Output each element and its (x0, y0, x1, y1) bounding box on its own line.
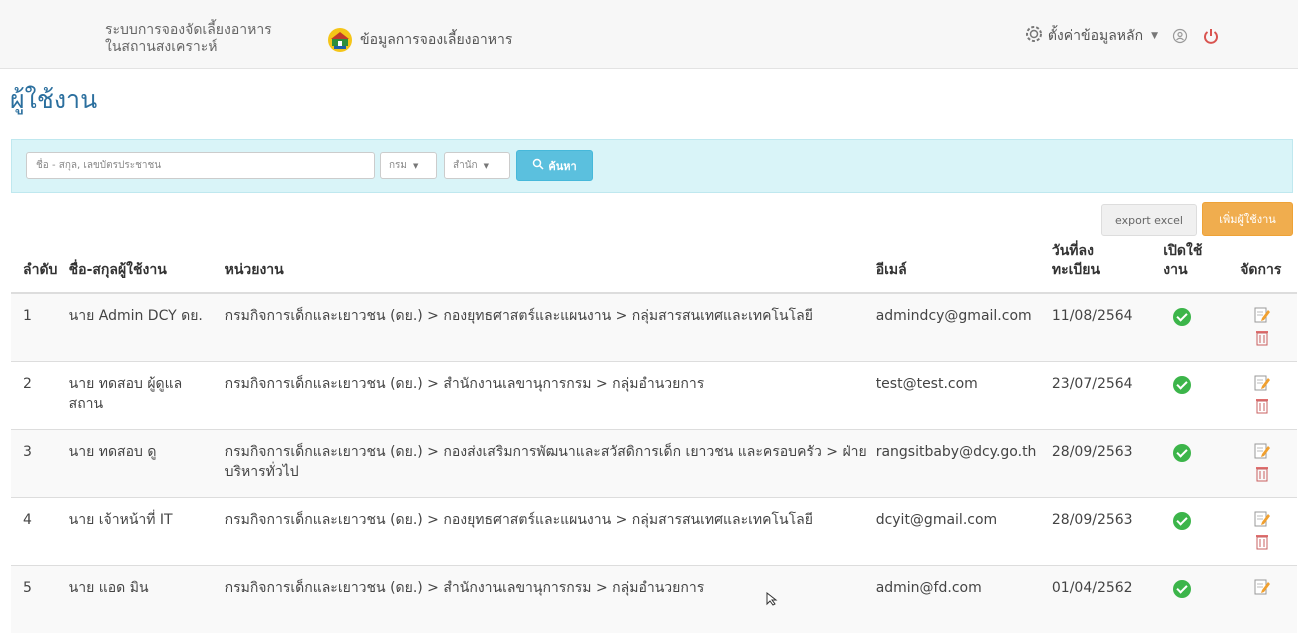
cell-unit: กรมกิจการเด็กและเยาวชน (ดย.) > กองยุทธศา… (220, 496, 872, 565)
search-icon (532, 158, 544, 173)
check-circle-icon[interactable] (1173, 308, 1192, 326)
edit-icon[interactable] (1254, 510, 1271, 528)
cell-name: นาย เจ้าหน้าที่ IT (64, 496, 221, 565)
table-row: 4 นาย เจ้าหน้าที่ IT กรมกิจการเด็กและเยา… (11, 496, 1297, 565)
cell-email: dcyit@gmail.com (871, 496, 1048, 565)
cell-no: 4 (11, 496, 65, 565)
check-circle-icon[interactable] (1173, 443, 1192, 462)
header-unit: หน่วยงาน (220, 242, 872, 294)
header-date-line2: ทะเบียน (1051, 262, 1101, 278)
cell-active (1159, 496, 1237, 565)
cell-date: 11/08/2564 (1047, 292, 1160, 361)
cell-no: 5 (11, 564, 65, 633)
table-row: 3 นาย ทดสอบ ดู กรมกิจการเด็กและเยาวชน (ด… (11, 428, 1297, 497)
cell-date: 28/09/2563 (1047, 428, 1160, 497)
cell-no: 1 (11, 292, 65, 361)
page-title: ผู้ใช้งาน (10, 85, 98, 114)
edit-icon[interactable] (1254, 374, 1271, 392)
cell-name: นาย Admin DCY ดย. (64, 292, 221, 361)
cell-email: test@test.com (871, 360, 1048, 429)
search-button[interactable]: ค้นหา (516, 150, 593, 181)
cell-no: 3 (11, 428, 65, 497)
check-circle-icon[interactable] (1173, 511, 1192, 530)
nav-booking-label: ข้อมูลการจองเลี้ยงอาหาร (360, 32, 513, 48)
cell-actions (1236, 428, 1297, 497)
trash-icon[interactable] (1254, 464, 1270, 482)
users-table: ลำดับ ชื่อ-สกุลผู้ใช้งาน หน่วยงาน อีเมล์… (11, 242, 1297, 633)
cell-email: admin@fd.com (871, 564, 1048, 633)
cell-name: นาย ทดสอบ ผู้ดูแลสถาน (64, 360, 221, 429)
cell-actions (1236, 564, 1297, 633)
cell-unit: กรมกิจการเด็กและเยาวชน (ดย.) > สำนักงานเ… (220, 360, 872, 429)
table-row: 5 นาย แอด มิน กรมกิจการเด็กและเยาวชน (ดย… (11, 564, 1297, 633)
table-row: 2 นาย ทดสอบ ผู้ดูแลสถาน กรมกิจการเด็กและ… (11, 360, 1297, 429)
edit-icon[interactable] (1254, 578, 1271, 596)
nav-booking-link[interactable]: ข้อมูลการจองเลี้ยงอาหาร (326, 27, 512, 53)
cell-actions (1236, 496, 1297, 565)
trash-icon[interactable] (1254, 328, 1270, 346)
cell-active (1159, 360, 1237, 429)
cell-active (1159, 564, 1237, 633)
cell-name: นาย ทดสอบ ดู (64, 428, 221, 497)
cell-email: admindcy@gmail.com (871, 292, 1048, 361)
nav-right-group: ตั้งค่าข้อมูลหลัก ▼ (1024, 24, 1220, 48)
edit-icon[interactable] (1254, 442, 1271, 460)
cell-name: นาย แอด มิน (64, 564, 221, 633)
header-email: อีเมล์ (871, 242, 1048, 294)
trash-icon[interactable] (1254, 532, 1270, 550)
table-row: 1 นาย Admin DCY ดย. กรมกิจการเด็กและเยาว… (11, 292, 1297, 361)
cell-active (1159, 428, 1237, 497)
cell-no: 2 (11, 360, 65, 429)
cell-actions (1236, 360, 1297, 429)
cell-unit: กรมกิจการเด็กและเยาวชน (ดย.) > กองยุทธศา… (220, 292, 872, 361)
settings-dropdown[interactable]: ตั้งค่าข้อมูลหลัก ▼ (1024, 24, 1158, 48)
chevron-down-icon: ▼ (413, 161, 419, 170)
cell-email: rangsitbaby@dcy.go.th (871, 428, 1048, 497)
home-logo-icon (326, 27, 354, 53)
ministry-select-label: กรม (389, 160, 408, 171)
top-navbar: ระบบการจองจัดเลี้ยงอาหาร ในสถานสงเคราะห์… (0, 0, 1298, 69)
brand-line-1: ระบบการจองจัดเลี้ยงอาหาร (105, 22, 272, 38)
cell-actions (1236, 292, 1297, 361)
cell-unit: กรมกิจการเด็กและเยาวชน (ดย.) > กองส่งเสร… (220, 428, 872, 497)
settings-label: ตั้งค่าข้อมูลหลัก (1047, 28, 1144, 44)
power-icon[interactable] (1202, 27, 1220, 45)
app-brand[interactable]: ระบบการจองจัดเลี้ยงอาหาร ในสถานสงเคราะห์ (105, 22, 315, 56)
office-select[interactable]: สำนัก ▼ (444, 152, 510, 179)
check-circle-icon[interactable] (1173, 375, 1192, 394)
search-panel: กรม ▼ สำนัก ▼ ค้นหา (11, 139, 1293, 193)
chevron-down-icon: ▼ (1151, 31, 1158, 41)
header-name: ชื่อ-สกุลผู้ใช้งาน (64, 242, 221, 294)
table-header-row: ลำดับ ชื่อ-สกุลผู้ใช้งาน หน่วยงาน อีเมล์… (11, 242, 1297, 294)
add-user-button[interactable]: เพิ่มผู้ใช้งาน (1202, 202, 1293, 236)
cell-date: 01/04/2562 (1047, 564, 1160, 633)
brand-line-2: ในสถานสงเคราะห์ (105, 39, 218, 55)
office-select-label: สำนัก (453, 160, 478, 171)
search-input[interactable] (26, 152, 375, 179)
search-button-label: ค้นหา (548, 159, 577, 173)
export-excel-button[interactable]: export excel (1101, 204, 1197, 236)
header-active: เปิดใช้ งาน (1159, 242, 1237, 294)
cell-date: 28/09/2563 (1047, 496, 1160, 565)
user-icon[interactable] (1172, 28, 1188, 44)
ministry-select[interactable]: กรม ▼ (380, 152, 437, 179)
header-date-line1: วันที่ลง (1051, 243, 1094, 259)
cell-active (1159, 292, 1237, 361)
header-no: ลำดับ (11, 242, 65, 294)
header-manage: จัดการ (1236, 242, 1297, 294)
header-date: วันที่ลง ทะเบียน (1047, 242, 1160, 294)
cell-date: 23/07/2564 (1047, 360, 1160, 429)
header-active-line2: งาน (1163, 262, 1188, 278)
header-active-line1: เปิดใช้ (1163, 243, 1203, 259)
check-circle-icon[interactable] (1173, 579, 1192, 598)
gear-icon (1024, 24, 1044, 48)
trash-icon[interactable] (1254, 396, 1270, 414)
chevron-down-icon: ▼ (483, 161, 489, 170)
edit-icon[interactable] (1254, 306, 1271, 324)
